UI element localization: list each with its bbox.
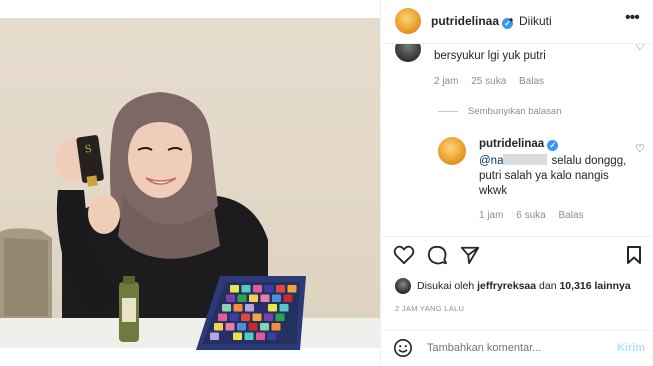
eyeshadow-pan <box>244 332 254 340</box>
face <box>128 118 192 198</box>
reply-like-heart-icon[interactable]: ♡ <box>635 142 645 155</box>
eyeshadow-pan <box>237 323 246 331</box>
eyeshadow-pan <box>249 294 258 302</box>
like-heart-icon[interactable] <box>393 245 415 265</box>
reply-author-avatar[interactable] <box>438 137 466 165</box>
eyeshadow-pan <box>287 285 297 293</box>
comment-meta: 2 jam 25 suka Balas <box>434 76 554 87</box>
reply-text: @na selalu donggg, putri salah ya kalo na… <box>479 154 639 199</box>
eyeshadow-pan <box>245 304 254 312</box>
post-timestamp: 2 JAM YANG LALU <box>395 304 465 313</box>
eyeshadow-pan <box>230 285 239 293</box>
eyeshadow-pan <box>268 304 277 312</box>
reply-author-username[interactable]: putridelinaa ✓ <box>479 138 559 151</box>
reply-reply-button[interactable]: Balas <box>558 210 583 221</box>
share-send-icon[interactable] <box>460 245 480 265</box>
following-button[interactable]: Diikuti <box>519 14 552 28</box>
post-detail-panel: putridelinaa ✓ • Diikuti ••• bersyukur lg… <box>380 0 653 366</box>
comment-text: bersyukur lgi yuk putri <box>434 50 546 62</box>
post-actions-bar <box>381 236 653 274</box>
eyeshadow-pan <box>260 294 270 302</box>
likes-text[interactable]: Disukai oleh jeffryreksaa dan 10,316 lai… <box>417 280 631 292</box>
reply-mention[interactable]: @na <box>479 155 503 167</box>
replies-divider <box>438 111 458 112</box>
comment-likes[interactable]: 25 suka <box>471 76 506 87</box>
eyeshadow-pan <box>260 323 269 331</box>
photo-scene: S <box>0 92 306 350</box>
eyeshadow-pan <box>279 304 289 312</box>
commenter-avatar[interactable] <box>395 44 421 62</box>
eyeshadow-pan <box>241 285 251 293</box>
eyeshadow-pan <box>283 294 293 302</box>
author-username[interactable]: putridelinaa ✓ <box>431 14 514 29</box>
comment-composer: Kirim <box>381 330 653 366</box>
eyeshadow-pan <box>233 332 242 340</box>
comment-reply-button[interactable]: Balas <box>519 76 544 87</box>
reply-time: 1 jam <box>479 210 504 221</box>
hide-replies-button[interactable]: Sembunyikan balasan <box>468 106 561 117</box>
eyeshadow-pan <box>241 313 250 321</box>
eyeshadow-pan <box>237 294 247 302</box>
eyeshadow-pan <box>222 304 231 312</box>
comment-bubble-icon[interactable] <box>427 245 447 265</box>
save-bookmark-icon[interactable] <box>626 245 642 265</box>
reply-likes[interactable]: 6 suka <box>516 210 545 221</box>
eyeshadow-pan <box>264 285 274 293</box>
eyeshadow-pan <box>214 323 223 331</box>
liker-avatar[interactable] <box>395 278 411 294</box>
eyeshadow-pan <box>276 285 285 293</box>
eyeshadow-pan <box>229 313 239 321</box>
likes-summary: Disukai oleh jeffryreksaa dan 10,316 lai… <box>381 276 653 298</box>
author-avatar[interactable] <box>395 8 421 34</box>
separator-dot: • <box>509 13 514 27</box>
eyeshadow-pan <box>248 323 258 331</box>
comment-input[interactable] <box>427 342 597 354</box>
eyeshadow-pan <box>233 304 243 312</box>
eyeshadow-pan <box>256 332 265 340</box>
comments-list: bersyukur lgi yuk putri ♡ 2 jam 25 suka … <box>381 44 653 236</box>
eyeshadow-pan <box>264 313 273 321</box>
eyeshadow-pan <box>210 332 219 340</box>
comment-time: 2 jam <box>434 76 459 87</box>
eyeshadow-pan <box>267 332 277 340</box>
eyeshadow-pan <box>226 294 235 302</box>
eyeshadow-pan <box>275 313 285 321</box>
eyeshadow-pan <box>271 323 281 331</box>
eyeshadow-pan <box>225 323 235 331</box>
verified-badge-icon: ✓ <box>547 140 559 151</box>
reply-meta: 1 jam 6 suka Balas <box>479 210 594 221</box>
eyeshadow-pan <box>221 332 231 340</box>
emoji-icon[interactable] <box>393 338 413 358</box>
post-header: putridelinaa ✓ • Diikuti ••• <box>381 0 653 44</box>
eyeshadow-pan <box>218 313 227 321</box>
more-options-icon[interactable]: ••• <box>625 9 640 27</box>
post-photo[interactable]: S <box>0 0 380 366</box>
eyeshadow-pan <box>252 313 262 321</box>
comment-like-heart-icon[interactable]: ♡ <box>635 44 645 53</box>
post-comment-button[interactable]: Kirim <box>617 342 645 354</box>
eyeshadow-pan <box>272 294 281 302</box>
eyeshadow-pan <box>253 285 262 293</box>
right-hand <box>88 194 120 234</box>
eyeshadow-pan <box>256 304 266 312</box>
redacted-name <box>503 154 548 165</box>
